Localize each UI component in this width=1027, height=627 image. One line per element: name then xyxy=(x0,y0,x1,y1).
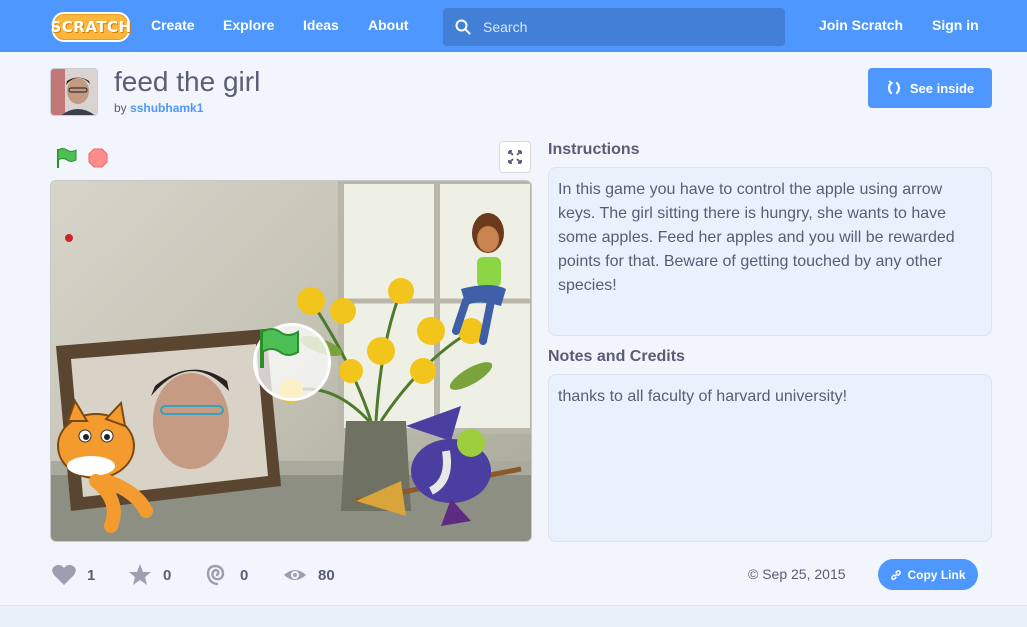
remix-arrows-icon xyxy=(887,80,900,95)
nav-explore[interactable]: Explore xyxy=(223,17,274,33)
search-icon xyxy=(455,19,471,35)
see-inside-label: See inside xyxy=(909,80,975,96)
love-stat[interactable]: 1 xyxy=(51,562,95,588)
date-text: Sep 25, 2015 xyxy=(762,566,846,582)
notes-panel: thanks to all faculty of harvard univers… xyxy=(548,374,992,542)
green-flag-icon[interactable] xyxy=(55,147,77,169)
nav-about[interactable]: About xyxy=(368,17,408,33)
fullscreen-button[interactable] xyxy=(499,141,531,173)
remix-stat: 0 xyxy=(204,562,248,588)
love-count: 1 xyxy=(87,566,96,584)
project-date: © Sep 25, 2015 xyxy=(748,566,846,582)
sign-in-link[interactable]: Sign in xyxy=(932,17,979,33)
green-flag-icon xyxy=(260,328,299,368)
star-icon xyxy=(129,564,151,585)
by-label: by xyxy=(114,101,127,115)
author-link[interactable]: sshubhamk1 xyxy=(130,101,203,115)
instructions-text: In this game you have to control the app… xyxy=(558,181,955,294)
instructions-heading: Instructions xyxy=(548,141,640,158)
notes-heading: Notes and Credits xyxy=(548,348,685,365)
see-inside-button[interactable]: See inside xyxy=(868,68,992,108)
copy-link-label: Copy Link xyxy=(907,567,966,582)
favorite-stat[interactable]: 0 xyxy=(127,562,171,588)
search-bar[interactable] xyxy=(443,8,785,46)
nav-create[interactable]: Create xyxy=(151,17,195,33)
play-button[interactable] xyxy=(253,323,331,401)
link-icon xyxy=(891,569,902,580)
project-title: feed the girl xyxy=(114,66,261,97)
footer-band xyxy=(0,605,1027,627)
top-nav: SCRATCH Create Explore Ideas About Join … xyxy=(0,0,1027,52)
eye-icon xyxy=(284,570,306,580)
nav-ideas[interactable]: Ideas xyxy=(303,17,339,33)
copy-link-button[interactable]: Copy Link xyxy=(878,559,978,590)
favorite-count: 0 xyxy=(163,566,172,584)
scratch-logo[interactable]: SCRATCH xyxy=(50,12,131,42)
project-byline: by sshubhamk1 xyxy=(114,101,203,115)
project-stage[interactable] xyxy=(50,180,532,542)
heart-icon xyxy=(52,564,76,585)
remix-count: 0 xyxy=(240,566,249,584)
remix-spiral-icon xyxy=(206,564,225,586)
join-scratch-link[interactable]: Join Scratch xyxy=(819,17,903,33)
search-input[interactable] xyxy=(483,19,763,35)
instructions-panel: In this game you have to control the app… xyxy=(548,167,992,336)
copyright-icon: © xyxy=(748,566,759,582)
author-avatar[interactable] xyxy=(50,68,98,116)
views-count: 80 xyxy=(318,566,335,584)
notes-text: thanks to all faculty of harvard univers… xyxy=(558,388,848,405)
stop-icon[interactable] xyxy=(88,148,108,168)
views-stat: 80 xyxy=(282,562,335,588)
fullscreen-icon xyxy=(508,150,522,164)
